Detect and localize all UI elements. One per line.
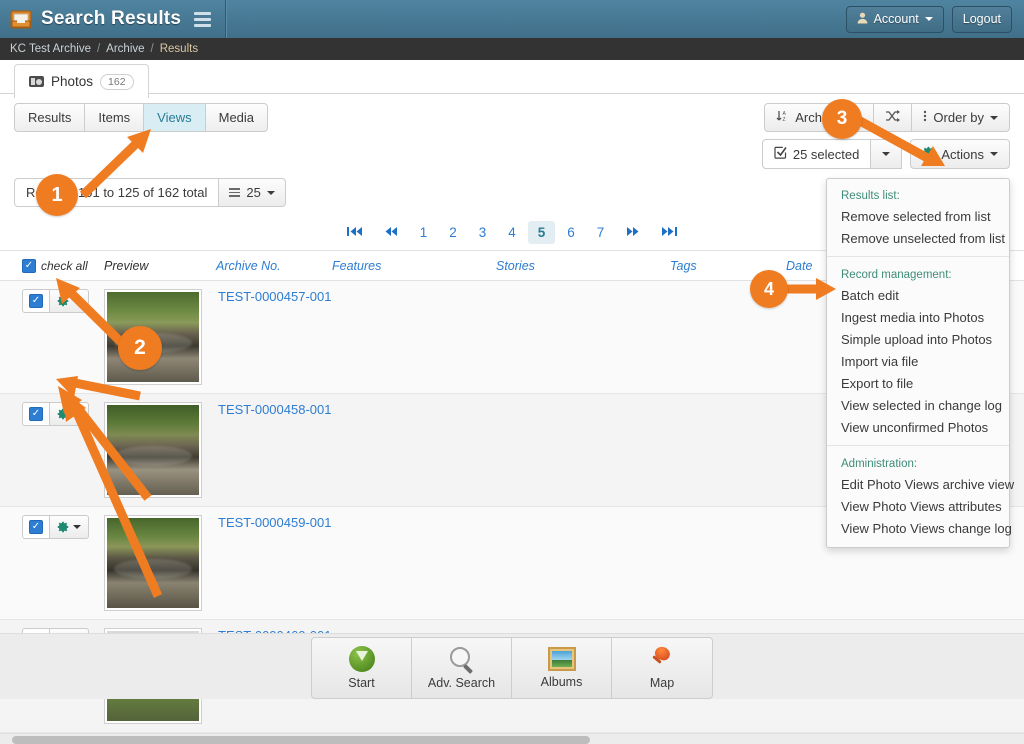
callout-badge-2: 2: [118, 326, 162, 370]
dock-label-albums: Albums: [540, 675, 583, 689]
pushpin-icon: [649, 646, 675, 672]
page-title: Search Results: [41, 8, 182, 29]
check-square-icon: [774, 146, 787, 162]
menu-item-remove-selected[interactable]: Remove selected from list: [827, 205, 1009, 227]
row-archive-no-cell: TEST-0000458-001: [202, 402, 331, 417]
user-icon: [857, 12, 868, 27]
pagination-page-5[interactable]: 5: [527, 221, 556, 244]
page-size-label: 25: [246, 185, 261, 200]
logout-button[interactable]: Logout: [951, 5, 1012, 33]
menu-divider: [827, 256, 1009, 257]
callout-number: 2: [134, 336, 146, 359]
sort-alpha-icon: A Z: [776, 110, 789, 125]
menu-item-remove-unselected[interactable]: Remove unselected from list: [827, 227, 1009, 249]
camera-icon: [29, 76, 44, 87]
pagination-page-6[interactable]: 6: [557, 221, 585, 244]
logout-label: Logout: [962, 12, 1001, 26]
archive-box-icon: [10, 8, 32, 30]
menu-item-view-change-log[interactable]: View Photo Views change log: [827, 517, 1012, 539]
callout-arrow-3: [845, 108, 965, 174]
menu-item-batch-edit[interactable]: Batch edit: [827, 284, 1009, 306]
row-archive-no-link[interactable]: TEST-0000459-001: [218, 515, 331, 530]
column-header-date[interactable]: Date: [786, 259, 812, 273]
pagination-page-4[interactable]: 4: [498, 221, 526, 244]
menu-item-export-to-file[interactable]: Export to file: [827, 372, 1009, 394]
row-archive-no-cell: TEST-0000459-001: [202, 515, 331, 530]
dock-label-start: Start: [348, 676, 375, 690]
chevron-down-icon: [924, 17, 933, 21]
chevron-down-icon: [266, 190, 275, 195]
column-header-archive-no[interactable]: Archive No.: [216, 259, 332, 273]
menu-divider: [827, 445, 1009, 446]
column-header-features[interactable]: Features: [332, 259, 496, 273]
magnifier-icon: [449, 646, 475, 672]
chevron-down-icon: [990, 115, 998, 120]
column-header-stories[interactable]: Stories: [496, 259, 670, 273]
account-label: Account: [873, 12, 919, 26]
dock-button-adv-search[interactable]: Adv. Search: [412, 638, 512, 698]
horizontal-scrollbar[interactable]: [0, 733, 1024, 744]
brand-area: Search Results: [0, 0, 227, 38]
row-archive-no-link[interactable]: TEST-0000457-001: [218, 289, 331, 304]
dock-button-start[interactable]: Start: [312, 638, 412, 698]
hamburger-icon[interactable]: [194, 11, 212, 27]
menu-heading-administration: Administration:: [841, 458, 918, 470]
callout-arrow-4: [786, 276, 846, 302]
tab-strip: Photos 162: [0, 60, 1024, 98]
callout-arrow-2d: [40, 378, 180, 608]
tab-photos[interactable]: Photos 162: [14, 64, 149, 98]
menu-item-edit-archive-view[interactable]: Edit Photo Views archive view: [827, 473, 1014, 495]
top-bar: Search Results Account Logout: [0, 0, 1024, 38]
breadcrumb-separator: /: [96, 43, 101, 55]
callout-badge-1: 1: [36, 174, 78, 216]
tab-photos-label: Photos: [51, 74, 94, 89]
pagination-next[interactable]: [616, 221, 650, 244]
pagination-page-1[interactable]: 1: [410, 221, 438, 244]
tab-photos-count: 162: [100, 73, 134, 90]
breadcrumb-separator: /: [150, 43, 154, 55]
menu-item-ingest-media[interactable]: Ingest media into Photos: [827, 306, 1009, 328]
list-icon: [229, 188, 241, 197]
account-button[interactable]: Account: [845, 5, 944, 33]
svg-text:Z: Z: [783, 117, 786, 122]
breadcrumb-item-0[interactable]: KC Test Archive: [10, 43, 91, 55]
pagination-first[interactable]: [337, 221, 372, 244]
pagination-last[interactable]: [652, 221, 687, 244]
start-icon: [348, 646, 375, 672]
row-archive-no-cell: TEST-0000457-001: [202, 289, 331, 304]
scrollbar-thumb[interactable]: [12, 736, 590, 744]
callout-number: 4: [763, 278, 774, 299]
check-all-checkbox[interactable]: ✓: [22, 258, 36, 273]
dock-label-map: Map: [649, 676, 675, 690]
callout-number: 1: [51, 183, 63, 206]
pagination-page-7[interactable]: 7: [587, 221, 615, 244]
top-bar-actions: Account Logout: [845, 5, 1024, 33]
menu-item-view-attributes[interactable]: View Photo Views attributes: [827, 495, 1009, 517]
menu-item-simple-upload[interactable]: Simple upload into Photos: [827, 328, 1009, 350]
menu-item-view-unconfirmed[interactable]: View unconfirmed Photos: [827, 416, 1009, 438]
picture-frame-icon: [547, 647, 576, 671]
dock-button-map[interactable]: Map: [612, 638, 712, 698]
pagination-page-2[interactable]: 2: [439, 221, 467, 244]
page-size-button[interactable]: 25: [219, 178, 286, 207]
pagination-prev[interactable]: [374, 221, 408, 244]
callout-number: 3: [836, 108, 848, 129]
actions-dropdown-menu: Results list: Remove selected from list …: [826, 178, 1014, 548]
menu-heading-record-management: Record management:: [841, 269, 952, 281]
menu-item-import-via-file[interactable]: Import via file: [827, 350, 1009, 372]
menu-item-view-selected-change-log[interactable]: View selected in change log: [827, 394, 1009, 416]
menu-heading-results-list: Results list:: [841, 190, 900, 202]
breadcrumb: KC Test Archive / Archive / Results: [0, 38, 1024, 60]
breadcrumb-item-2: Results: [159, 43, 199, 55]
callout-badge-4: 4: [750, 270, 788, 308]
row-archive-no-link[interactable]: TEST-0000458-001: [218, 402, 331, 417]
callout-badge-3: 3: [822, 99, 862, 139]
chevron-down-icon: [990, 152, 998, 156]
bottom-dock: Start Adv. Search Albums Map: [0, 633, 1024, 699]
dock-button-albums[interactable]: Albums: [512, 638, 612, 698]
tab-media[interactable]: Media: [204, 103, 269, 132]
breadcrumb-item-1[interactable]: Archive: [106, 43, 144, 55]
dock-label-adv-search: Adv. Search: [427, 676, 496, 690]
pagination-page-3[interactable]: 3: [469, 221, 497, 244]
